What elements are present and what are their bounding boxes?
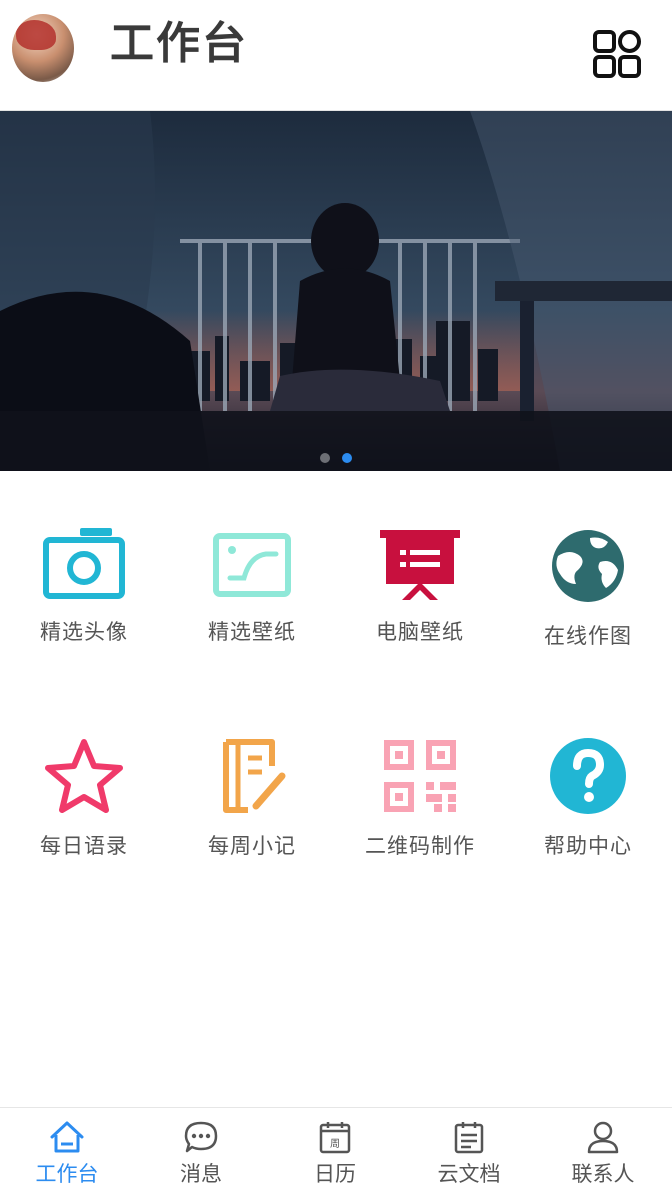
header: 工作台 — [0, 0, 672, 111]
app-label: 每日语录 — [40, 834, 128, 858]
tab-calendar[interactable]: 周 日历 — [268, 1108, 402, 1195]
notebook-pen-icon — [223, 739, 286, 813]
document-icon — [454, 1122, 484, 1154]
app-item-pc-wallpaper[interactable]: 电脑壁纸 — [336, 520, 504, 680]
carousel-indicator — [0, 448, 672, 463]
grid-apps-icon — [593, 30, 641, 78]
app-label: 二维码制作 — [365, 834, 475, 858]
app-label: 电脑壁纸 — [376, 620, 464, 644]
star-icon — [45, 739, 123, 813]
app-label: 每周小记 — [208, 834, 296, 858]
image-frame-icon — [213, 533, 291, 597]
tab-workbench[interactable]: 工作台 — [0, 1108, 134, 1195]
globe-icon — [552, 530, 624, 602]
tab-label: 消息 — [180, 1162, 222, 1186]
banner-image — [0, 111, 672, 471]
tab-label: 日历 — [314, 1162, 356, 1186]
banner-carousel[interactable] — [0, 111, 672, 471]
app-item-online-drawing[interactable]: 在线作图 — [504, 520, 672, 680]
tab-label: 工作台 — [35, 1162, 99, 1186]
app-grid: 精选头像 精选壁纸 电脑壁纸 在线作图 每日语录 每周小记 二维码制作 帮助中心 — [0, 520, 672, 880]
page-title: 工作台 — [110, 18, 248, 69]
app-label: 帮助中心 — [544, 834, 632, 858]
home-icon — [50, 1121, 84, 1153]
carousel-dot-active[interactable] — [342, 453, 352, 463]
help-question-icon — [550, 738, 626, 814]
avatar-hair-decoration — [16, 20, 56, 50]
presentation-board-icon — [380, 530, 460, 600]
grid-apps-button[interactable] — [592, 29, 642, 79]
app-item-qr-maker[interactable]: 二维码制作 — [336, 730, 504, 890]
tab-label: 云文档 — [437, 1162, 501, 1186]
tab-messages[interactable]: 消息 — [134, 1108, 268, 1195]
tab-label: 联系人 — [571, 1162, 635, 1186]
chat-bubble-icon — [184, 1121, 218, 1153]
app-label: 在线作图 — [544, 624, 632, 648]
tab-cloud-docs[interactable]: 云文档 — [402, 1108, 536, 1195]
app-label: 精选头像 — [40, 620, 128, 644]
app-label: 精选壁纸 — [208, 620, 296, 644]
app-item-help-center[interactable]: 帮助中心 — [504, 730, 672, 890]
contact-person-icon — [587, 1121, 619, 1154]
avatar[interactable] — [12, 14, 74, 82]
app-item-featured-avatar[interactable]: 精选头像 — [0, 520, 168, 680]
carousel-dot[interactable] — [320, 453, 330, 463]
camera-icon — [43, 528, 125, 599]
qr-code-icon — [384, 740, 456, 812]
bottom-tab-bar: 工作台 消息 周 日历 云文档 联系人 — [0, 1107, 672, 1195]
app-item-featured-wallpaper[interactable]: 精选壁纸 — [168, 520, 336, 680]
app-item-daily-quotes[interactable]: 每日语录 — [0, 730, 168, 890]
tab-contacts[interactable]: 联系人 — [536, 1108, 670, 1195]
calendar-icon-text: 周 — [330, 1138, 340, 1150]
calendar-week-icon: 周 — [319, 1122, 351, 1154]
app-item-weekly-notes[interactable]: 每周小记 — [168, 730, 336, 890]
